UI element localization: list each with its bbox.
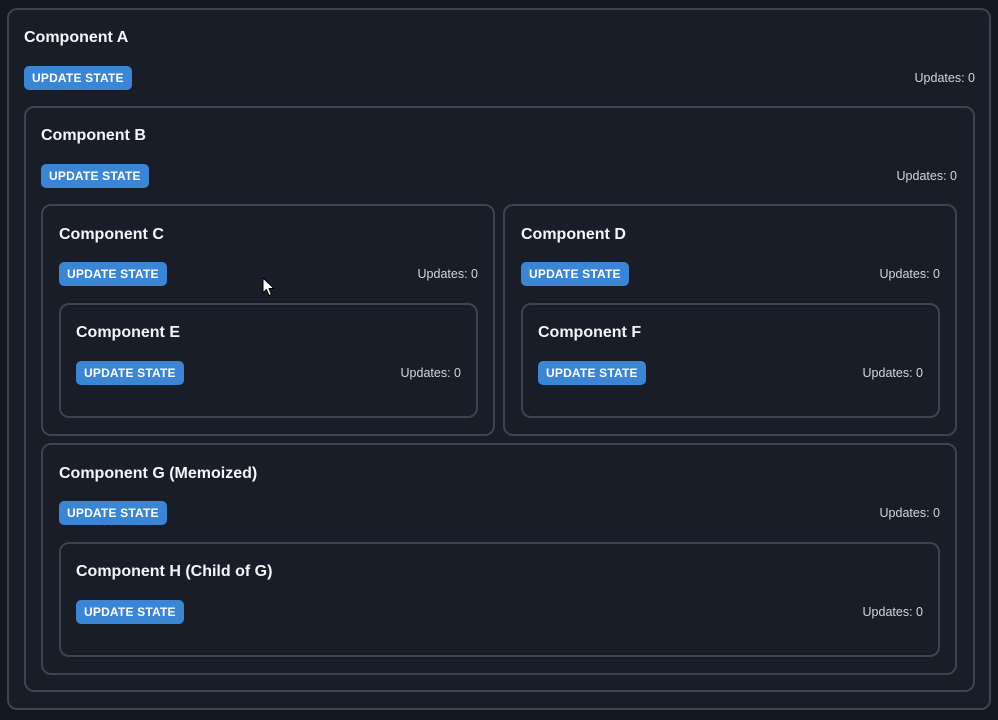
component-h-update-count: Updates: 0 xyxy=(862,605,923,619)
component-a-update-count: Updates: 0 xyxy=(914,71,975,85)
component-a-title: Component A xyxy=(24,29,129,46)
component-d-update-count: Updates: 0 xyxy=(879,267,940,281)
component-h-update-button[interactable]: UPDATE STATE xyxy=(76,600,184,624)
component-b-title: Component B xyxy=(41,127,146,144)
component-a-update-button[interactable]: UPDATE STATE xyxy=(24,66,132,90)
component-f-update-button[interactable]: UPDATE STATE xyxy=(538,361,646,385)
component-h-title: Component H (Child of G) xyxy=(76,563,273,580)
component-g-update-button[interactable]: UPDATE STATE xyxy=(59,501,167,525)
component-c-update-count: Updates: 0 xyxy=(417,267,478,281)
component-f-title: Component F xyxy=(538,324,642,341)
component-e-title: Component E xyxy=(76,324,180,341)
component-c-title: Component C xyxy=(59,226,164,243)
component-h-panel xyxy=(59,542,940,657)
component-f-update-count: Updates: 0 xyxy=(862,366,923,380)
component-b-update-button[interactable]: UPDATE STATE xyxy=(41,164,149,188)
component-d-update-button[interactable]: UPDATE STATE xyxy=(521,262,629,286)
component-e-update-button[interactable]: UPDATE STATE xyxy=(76,361,184,385)
component-g-title: Component G (Memoized) xyxy=(59,465,258,482)
component-b-update-count: Updates: 0 xyxy=(896,169,957,183)
component-e-update-count: Updates: 0 xyxy=(400,366,461,380)
component-c-update-button[interactable]: UPDATE STATE xyxy=(59,262,167,286)
component-d-title: Component D xyxy=(521,226,626,243)
component-g-update-count: Updates: 0 xyxy=(879,506,940,520)
